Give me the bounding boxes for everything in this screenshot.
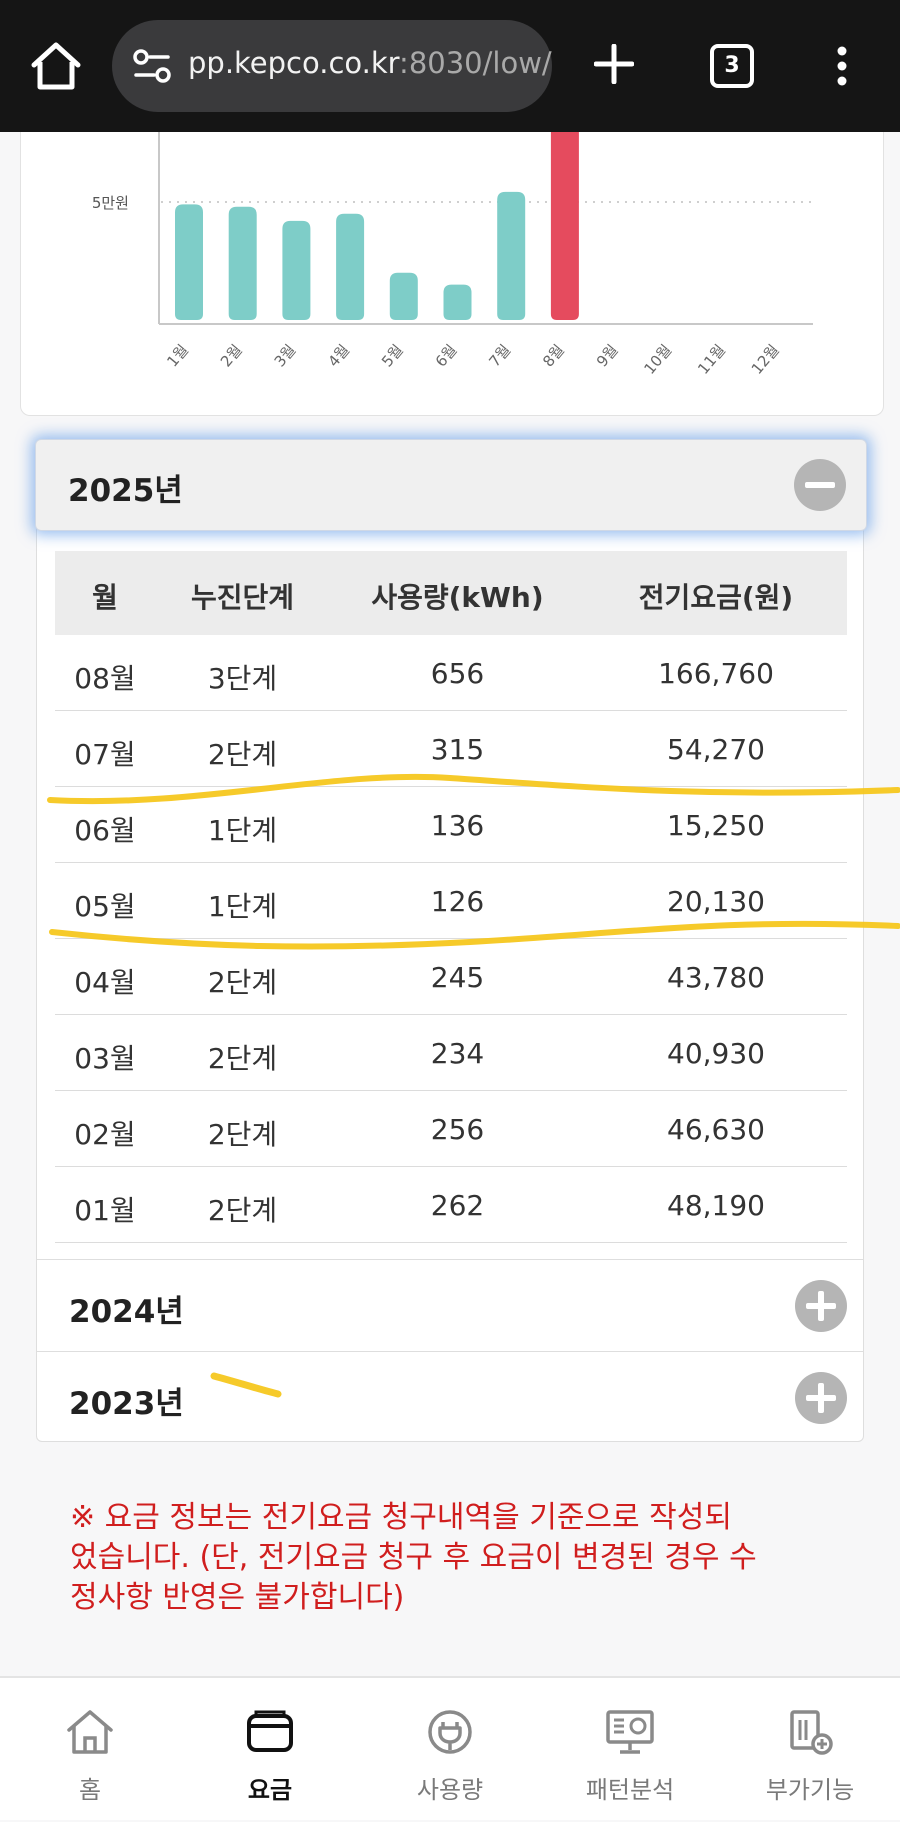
bar-5 <box>389 272 418 320</box>
table-row: 07월 2단계 315 54,270 <box>55 711 847 787</box>
collapse-icon[interactable] <box>794 459 846 511</box>
nav-extra-features[interactable]: 부가기능 <box>720 1678 900 1822</box>
y-tick-label: 5만원 <box>92 194 129 212</box>
monthly-fee-chart: 5만원 1월 2월 3월 4월 5월 6월 7월 8월 9월 10월 11월 12월 <box>92 132 813 378</box>
cell-stage: 2단계 <box>207 1118 278 1151</box>
fee-notice: ※ 요금 정보는 전기요금 청구내역을 기준으로 작성되 었습니다. (단, 전… <box>70 1500 757 1615</box>
nav-usage[interactable]: 사용량 <box>360 1678 540 1822</box>
cell-fee: 43,780 <box>667 961 765 994</box>
table-row: 04월 2단계 245 43,780 <box>55 939 847 1015</box>
cell-month: 06월 <box>74 814 136 847</box>
cell-month: 04월 <box>74 966 136 999</box>
cell-month: 07월 <box>74 738 136 771</box>
yearly-fee-accordion: 2025년 월 누진단계 사용량(kWh) 전기요금(원) 08월 3단계 656 1… <box>35 439 867 1443</box>
x-tick-label: 5월 <box>378 341 407 370</box>
column-header-usage: 사용량(kWh) <box>371 581 544 614</box>
accordion-title: 2025년 <box>68 473 183 509</box>
accordion-title: 2023년 <box>69 1386 184 1422</box>
cell-stage: 3단계 <box>207 662 278 695</box>
x-tick-label: 8월 <box>539 341 568 370</box>
site-settings-icon[interactable] <box>132 48 172 84</box>
accordion-header-2025[interactable]: 2025년 <box>35 439 867 531</box>
bar-3 <box>282 220 311 320</box>
cell-usage: 136 <box>430 809 485 842</box>
cell-month: 03월 <box>74 1042 136 1075</box>
document-add-icon <box>790 1710 833 1755</box>
x-tick-label: 4월 <box>324 341 353 370</box>
bar-6 <box>443 284 472 320</box>
more-menu-icon[interactable] <box>836 46 848 86</box>
nav-pattern-analysis[interactable]: 패턴분석 <box>540 1678 720 1822</box>
table-row: 03월 2단계 234 40,930 <box>55 1015 847 1091</box>
x-tick-label: 6월 <box>432 341 461 370</box>
cell-usage: 234 <box>430 1037 485 1070</box>
cell-usage: 315 <box>430 733 485 766</box>
x-tick-label: 3월 <box>271 341 300 370</box>
bar-1 <box>175 204 203 320</box>
cell-month: 01월 <box>74 1194 136 1227</box>
cell-usage: 245 <box>430 961 485 994</box>
nav-fee[interactable]: 요금 <box>180 1678 360 1822</box>
house-icon <box>67 1710 113 1754</box>
table-row: 06월 1단계 136 15,250 <box>55 787 847 863</box>
address-bar[interactable]: pp.kepco.co.kr:8030/low/ <box>112 20 552 112</box>
cell-stage: 1단계 <box>207 890 278 923</box>
table-row: 01월 2단계 262 48,190 <box>55 1167 847 1243</box>
cell-usage: 256 <box>430 1113 485 1146</box>
cell-fee: 46,630 <box>667 1113 765 1146</box>
table-header: 월 누진단계 사용량(kWh) 전기요금(원) <box>55 551 847 635</box>
url-text[interactable]: pp.kepco.co.kr:8030/low/ <box>188 46 552 80</box>
table-row: 08월 3단계 656 166,760 <box>55 635 847 711</box>
cell-fee: 40,930 <box>667 1037 765 1070</box>
x-tick-label: 11월 <box>694 341 729 378</box>
cell-month: 02월 <box>74 1118 136 1151</box>
x-tick-label: 9월 <box>593 341 622 370</box>
plug-icon <box>428 1710 472 1754</box>
accordion-title: 2024년 <box>69 1294 184 1330</box>
bottom-navigation: 홈 요금 사용량 패턴분석 부가기능 <box>0 1676 900 1820</box>
cell-stage: 2단계 <box>207 1194 278 1227</box>
accordion-header-2024[interactable]: 2024년 <box>37 1259 863 1351</box>
home-icon[interactable] <box>28 38 84 94</box>
cell-fee: 54,270 <box>667 733 765 766</box>
new-tab-icon[interactable] <box>594 44 634 84</box>
cell-stage: 2단계 <box>207 966 278 999</box>
x-tick-label: 1월 <box>163 341 192 370</box>
cell-fee: 15,250 <box>667 809 765 842</box>
x-tick-label: 12월 <box>748 341 783 378</box>
tab-switcher-button[interactable]: 3 <box>710 44 754 88</box>
cell-stage: 1단계 <box>207 814 278 847</box>
cell-fee: 20,130 <box>667 885 765 918</box>
cell-stage: 2단계 <box>207 1042 278 1075</box>
column-header-stage: 누진단계 <box>190 581 295 614</box>
wallet-icon <box>247 1710 293 1752</box>
cell-fee: 166,760 <box>658 657 774 690</box>
expand-icon[interactable] <box>795 1372 847 1424</box>
column-header-fee: 전기요금(원) <box>638 581 794 614</box>
expand-icon[interactable] <box>795 1280 847 1332</box>
x-tick-label: 2월 <box>217 341 246 370</box>
cell-usage: 262 <box>430 1189 485 1222</box>
browser-toolbar: pp.kepco.co.kr:8030/low/ 3 <box>0 0 900 132</box>
x-tick-label: 10월 <box>640 341 675 378</box>
table-row: 02월 2단계 256 46,630 <box>55 1091 847 1167</box>
monitor-chart-icon <box>606 1710 654 1754</box>
cell-month: 05월 <box>74 890 136 923</box>
bar-7 <box>497 191 526 320</box>
table-row: 05월 1단계 126 20,130 <box>55 863 847 939</box>
cell-usage: 656 <box>430 657 485 690</box>
accordion-header-2023[interactable]: 2023년 <box>37 1351 863 1443</box>
bar-4 <box>336 213 365 320</box>
cell-fee: 48,190 <box>667 1189 765 1222</box>
cell-month: 08월 <box>74 662 136 695</box>
cell-stage: 2단계 <box>207 738 278 771</box>
column-header-month: 월 <box>92 581 118 614</box>
x-tick-label: 7월 <box>485 341 514 370</box>
bar-8 <box>550 132 579 320</box>
bar-2 <box>228 206 257 320</box>
monthly-fee-chart-card: 5만원 1월 2월 3월 4월 5월 6월 7월 8월 9월 10월 11월 12월 <box>20 132 884 416</box>
nav-home[interactable]: 홈 <box>0 1678 180 1822</box>
cell-usage: 126 <box>430 885 485 918</box>
